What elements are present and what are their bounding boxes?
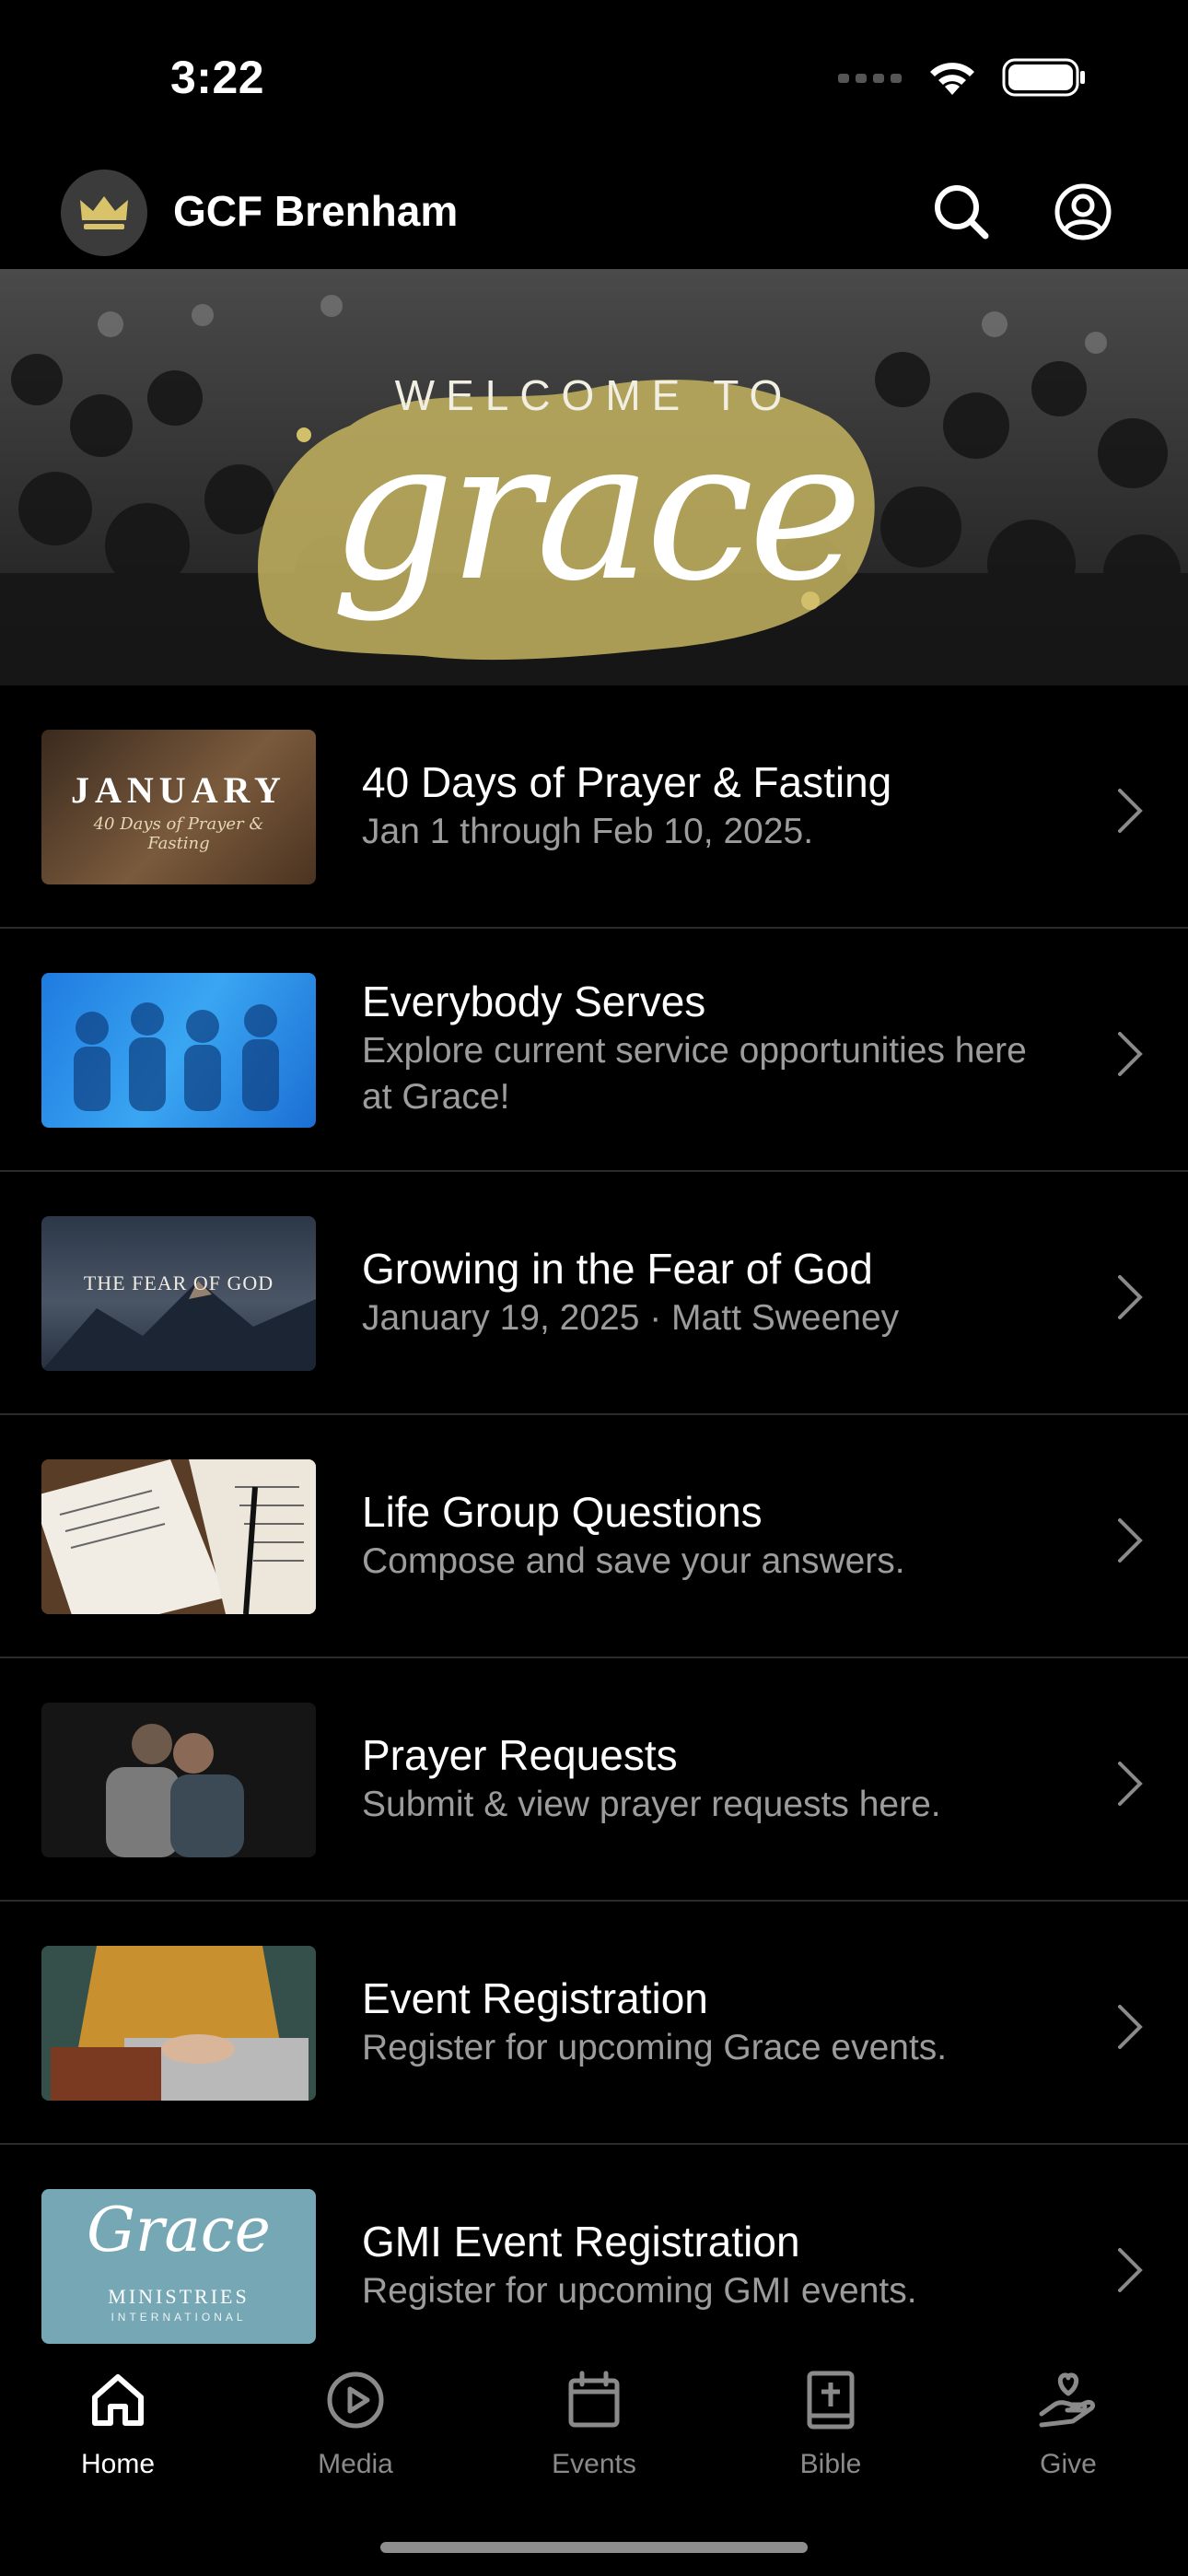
tab-events[interactable]: Events: [502, 2368, 686, 2506]
thumbnail-everybody-serves: [41, 973, 316, 1128]
tab-media[interactable]: Media: [263, 2368, 448, 2506]
item-title: Everybody Serves: [362, 978, 706, 1025]
welcome-banner[interactable]: WELCOME TO grace: [0, 269, 1188, 685]
tab-give[interactable]: Give: [976, 2368, 1160, 2506]
calendar-icon: [568, 2371, 620, 2428]
content-list: JANUARY 40 Days of Prayer & Fasting 40 D…: [0, 685, 1188, 2388]
tab-label: Media: [318, 2449, 393, 2479]
thumbnail-gmi: Grace MINISTRIES INTERNATIONAL: [41, 2189, 316, 2344]
grace-script: grace: [331, 398, 863, 624]
thumbnail-prayer-fasting: JANUARY 40 Days of Prayer & Fasting: [41, 730, 316, 884]
chevron-right-icon: [1118, 1275, 1143, 1319]
gmi-logo-script: Grace: [87, 2195, 271, 2266]
chevron-right-icon: [1118, 789, 1143, 833]
thumbnail-subtitle: 40 Days of Prayer & Fasting: [93, 814, 264, 853]
laptop-image: [41, 1946, 316, 2101]
give-icon: [1039, 2372, 1096, 2428]
item-subtitle: January 19, 2025 · Matt Sweeney: [362, 1298, 900, 1338]
item-subtitle: Register for upcoming Grace events.: [362, 2028, 948, 2067]
status-bar: 3:22: [0, 0, 1188, 157]
list-item-fear-of-god[interactable]: THE FEAR OF GOD Growing in the Fear of G…: [0, 1172, 1188, 1415]
item-title: Event Registration: [362, 1974, 708, 2022]
tab-bible[interactable]: Bible: [739, 2368, 923, 2506]
thumbnail-title: JANUARY: [71, 769, 286, 811]
thumbnail-title: THE FEAR OF GOD: [83, 1271, 274, 1294]
item-subtitle: Jan 1 through Feb 10, 2025.: [362, 812, 814, 851]
chevron-right-icon: [1118, 2005, 1143, 2049]
gmi-logo-subtext: INTERNATIONAL: [111, 2311, 247, 2324]
item-title: 40 Days of Prayer & Fasting: [362, 758, 892, 806]
home-indicator: [380, 2542, 808, 2553]
item-subtitle: Explore current service opportunities he…: [362, 1031, 1027, 1117]
item-subtitle: Register for upcoming GMI events.: [362, 2271, 917, 2311]
chevron-right-icon: [1118, 2248, 1143, 2292]
item-subtitle: Compose and save your answers.: [362, 1541, 905, 1581]
item-title: Prayer Requests: [362, 1731, 678, 1779]
church-logo[interactable]: [61, 170, 147, 256]
item-subtitle: Submit & view prayer requests here.: [362, 1785, 941, 1824]
list-item-prayer-requests[interactable]: Prayer Requests Submit & view prayer req…: [0, 1658, 1188, 1902]
chevron-right-icon: [1118, 1762, 1143, 1806]
tab-label: Events: [552, 2449, 636, 2479]
battery-icon: [1002, 58, 1085, 97]
praying-people-image: [41, 1703, 316, 1857]
profile-button[interactable]: [1048, 177, 1118, 247]
chevron-right-icon: [1118, 1518, 1143, 1563]
cellular-signal-icon: [838, 74, 902, 83]
chevron-right-icon: [1118, 1032, 1143, 1076]
bible-icon: [807, 2371, 855, 2430]
list-item-event-registration[interactable]: Event Registration Register for upcoming…: [0, 1902, 1188, 2145]
thumbnail-prayer-requests: [41, 1703, 316, 1857]
item-title: Growing in the Fear of God: [362, 1245, 873, 1293]
gmi-logo-text: MINISTRIES: [108, 2285, 250, 2308]
item-title: Life Group Questions: [362, 1488, 763, 1536]
thumbnail-event-registration: [41, 1946, 316, 2101]
item-title: GMI Event Registration: [362, 2218, 800, 2266]
home-icon: [92, 2374, 144, 2426]
group-photo: [74, 1002, 279, 1111]
list-item-life-group[interactable]: Life Group Questions Compose and save yo…: [0, 1415, 1188, 1658]
status-icons: [838, 57, 1087, 98]
search-button[interactable]: [926, 177, 996, 247]
profile-icon: [1054, 183, 1112, 240]
app-header: GCF Brenham: [0, 157, 1188, 269]
search-icon: [935, 185, 989, 240]
church-name: GCF Brenham: [173, 187, 459, 235]
wifi-icon: [930, 63, 974, 95]
play-icon: [327, 2371, 384, 2429]
list-item-everybody-serves[interactable]: Everybody Serves Explore current service…: [0, 929, 1188, 1172]
tab-label: Home: [80, 2449, 156, 2479]
status-time: 3:22: [170, 52, 265, 103]
crown-icon: [80, 196, 128, 229]
tab-home[interactable]: Home: [26, 2368, 210, 2506]
bible-notes-image: [41, 1459, 316, 1614]
thumbnail-fear-of-god: THE FEAR OF GOD: [41, 1216, 316, 1371]
list-item-prayer-fasting[interactable]: JANUARY 40 Days of Prayer & Fasting 40 D…: [0, 685, 1188, 929]
tab-label: Give: [1040, 2449, 1097, 2479]
thumbnail-life-group: [41, 1459, 316, 1614]
tab-label: Bible: [799, 2449, 862, 2479]
